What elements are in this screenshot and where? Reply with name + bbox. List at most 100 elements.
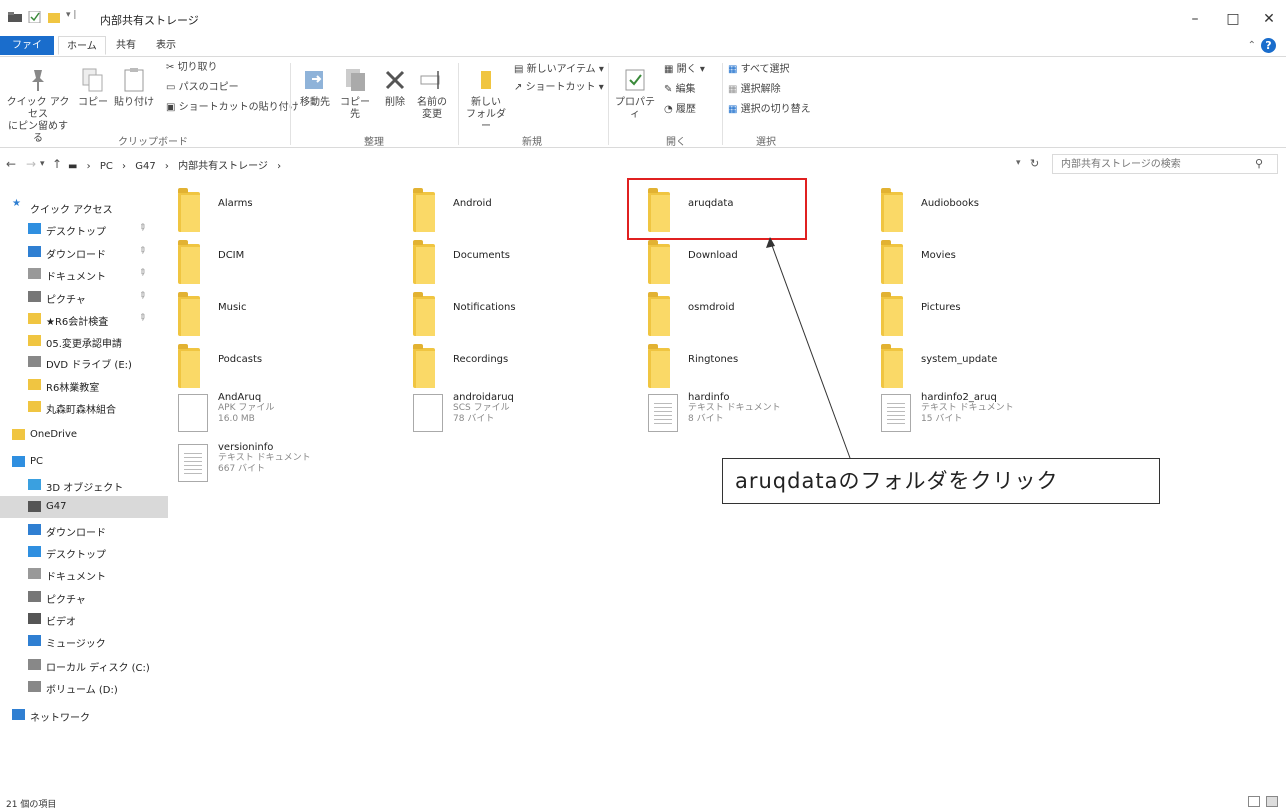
maximize-button[interactable]: □ — [1218, 8, 1248, 30]
file-item[interactable]: hardinfo2_aruq テキスト ドキュメント 15 バイト — [871, 392, 1096, 440]
properties-quick-icon[interactable] — [28, 11, 42, 23]
nav-item[interactable]: 05.変更承認申請 — [0, 330, 168, 352]
nav-item[interactable]: ピクチャ — [0, 586, 168, 608]
file-type: APK ファイル — [218, 403, 275, 413]
folder-name: system_update — [921, 354, 998, 365]
folder-music[interactable]: Music — [168, 288, 393, 336]
nav-item[interactable]: ★ クイック アクセス — [0, 196, 168, 218]
file-item[interactable]: androidaruq SCS ファイル 78 バイト — [403, 392, 628, 440]
tab-home[interactable]: ホーム — [58, 36, 106, 55]
paste-shortcut-button[interactable]: ▣ ショートカットの貼り付け — [166, 101, 299, 114]
nav-item[interactable]: R6林業教室 — [0, 374, 168, 396]
folder-recordings[interactable]: Recordings — [403, 340, 628, 388]
nav-item[interactable]: デスクトップ — [0, 541, 168, 563]
breadcrumb-internal-storage[interactable]: 内部共有ストレージ — [178, 161, 268, 172]
folder-system-update[interactable]: system_update — [871, 340, 1096, 388]
cut-button[interactable]: ✂ 切り取り — [166, 61, 218, 74]
folder-documents[interactable]: Documents — [403, 236, 628, 284]
nav-item[interactable]: ボリューム (D:) — [0, 676, 168, 698]
copy-path-button[interactable]: ▭ パスのコピー — [166, 81, 239, 94]
video-icon — [28, 613, 41, 624]
folder-alarms[interactable]: Alarms — [168, 184, 393, 232]
nav-item[interactable]: ★R6会計検査 ✎ — [0, 308, 168, 330]
nav-item[interactable]: 丸森町森林組合 — [0, 396, 168, 418]
folder-podcasts[interactable]: Podcasts — [168, 340, 393, 388]
back-button[interactable]: ← — [6, 157, 16, 171]
select-none-button[interactable]: ▦ 選択解除 — [728, 83, 781, 96]
tab-view[interactable]: 表示 — [148, 36, 184, 55]
select-all-button[interactable]: ▦ すべて選択 — [728, 63, 790, 76]
shortcut-icon: ↗ — [514, 82, 526, 93]
folder-audiobooks[interactable]: Audiobooks — [871, 184, 1096, 232]
breadcrumb-g47[interactable]: G47 — [135, 161, 155, 172]
collapse-ribbon-icon[interactable]: ⌃ — [1248, 40, 1256, 51]
invert-selection-button[interactable]: ▦ 選択の切り替え — [728, 103, 811, 116]
pin-to-quick-access-button[interactable]: クイック アクセス にピン留めする — [4, 67, 72, 145]
folder-osmdroid[interactable]: osmdroid — [638, 288, 863, 336]
nav-item[interactable]: ローカル ディスク (C:) — [0, 654, 168, 676]
paste-button[interactable]: 貼り付け — [114, 67, 154, 109]
breadcrumb[interactable]: ▬ › PC › G47 › 内部共有ストレージ › — [68, 157, 287, 172]
folder-ringtones[interactable]: Ringtones — [638, 340, 863, 388]
folder-movies[interactable]: Movies — [871, 236, 1096, 284]
properties-button[interactable]: プロパティ — [612, 67, 658, 121]
open-button[interactable]: ▦ 開く ▾ — [664, 63, 705, 76]
breadcrumb-pc[interactable]: PC — [100, 161, 113, 172]
folder-dcim[interactable]: DCIM — [168, 236, 393, 284]
new-folder-label-2: フォルダー — [466, 109, 506, 132]
file-item[interactable]: versioninfo テキスト ドキュメント 667 バイト — [168, 442, 393, 490]
recent-locations-button[interactable]: ▾ — [40, 159, 45, 169]
highlight-box — [627, 178, 807, 240]
quick-access-toolbar-dropdown[interactable]: ▾ | — [66, 10, 76, 20]
folder-icon — [178, 188, 200, 232]
document-icon — [28, 568, 41, 579]
nav-item[interactable]: ミュージック — [0, 630, 168, 652]
nav-item[interactable]: ドキュメント ✎ — [0, 263, 168, 285]
nav-item[interactable]: ネットワーク — [0, 704, 168, 726]
nav-item[interactable]: DVD ドライブ (E:) — [0, 351, 168, 373]
nav-item-label: ローカル ディスク (C:) — [46, 663, 150, 674]
move-to-button[interactable]: 移動先 — [296, 67, 334, 109]
nav-item[interactable]: ビデオ — [0, 608, 168, 630]
text-file-icon — [881, 394, 911, 432]
help-icon[interactable]: ? — [1261, 38, 1276, 53]
nav-item[interactable]: G47 — [0, 496, 168, 518]
history-button[interactable]: ◔ 履歴 — [664, 103, 696, 116]
copy-button[interactable]: コピー — [76, 67, 110, 109]
folder-download[interactable]: Download — [638, 236, 863, 284]
nav-item[interactable]: ダウンロード ✎ — [0, 241, 168, 263]
minimize-button[interactable]: – — [1180, 8, 1210, 30]
forward-button[interactable]: → — [26, 157, 36, 171]
file-item[interactable]: hardinfo テキスト ドキュメント 8 バイト — [638, 392, 863, 440]
nav-item[interactable]: ダウンロード — [0, 519, 168, 541]
tab-file[interactable]: ファイル — [0, 36, 54, 70]
rename-button[interactable]: 名前の 変更 — [414, 67, 450, 121]
new-item-button[interactable]: ▤ 新しいアイテム ▾ — [514, 63, 604, 76]
refresh-button[interactable]: ↻ — [1030, 157, 1039, 170]
nav-item[interactable]: OneDrive — [0, 424, 168, 446]
details-view-icon[interactable] — [1248, 796, 1260, 807]
search-input[interactable] — [1052, 154, 1278, 174]
nav-item[interactable]: ドキュメント — [0, 563, 168, 585]
nav-item[interactable]: 3D オブジェクト — [0, 474, 168, 496]
drive-icon: ▬ — [68, 161, 78, 172]
up-button[interactable]: ↑ — [52, 157, 62, 171]
folder-notifications[interactable]: Notifications — [403, 288, 628, 336]
address-dropdown-icon[interactable]: ▾ — [1016, 158, 1021, 168]
tab-share[interactable]: 共有 — [108, 36, 144, 55]
easy-access-button[interactable]: ↗ ショートカット ▾ — [514, 81, 604, 94]
nav-item[interactable]: デスクトップ ✎ — [0, 218, 168, 240]
copy-to-button[interactable]: コピー先 — [336, 67, 374, 121]
close-button[interactable]: ✕ — [1254, 8, 1284, 30]
folder-android[interactable]: Android — [403, 184, 628, 232]
nav-item[interactable]: ピクチャ ✎ — [0, 286, 168, 308]
picture-icon — [28, 291, 41, 302]
folder-pictures[interactable]: Pictures — [871, 288, 1096, 336]
new-folder-quick-icon[interactable] — [48, 11, 62, 23]
edit-button[interactable]: ✎ 編集 — [664, 83, 696, 96]
new-folder-button[interactable]: 新しい フォルダー — [464, 67, 508, 133]
delete-button[interactable]: 削除 — [380, 67, 410, 109]
nav-item[interactable]: PC — [0, 451, 168, 473]
file-item[interactable]: AndAruq APK ファイル 16.0 MB — [168, 392, 393, 440]
large-icons-view-icon[interactable] — [1266, 796, 1278, 807]
